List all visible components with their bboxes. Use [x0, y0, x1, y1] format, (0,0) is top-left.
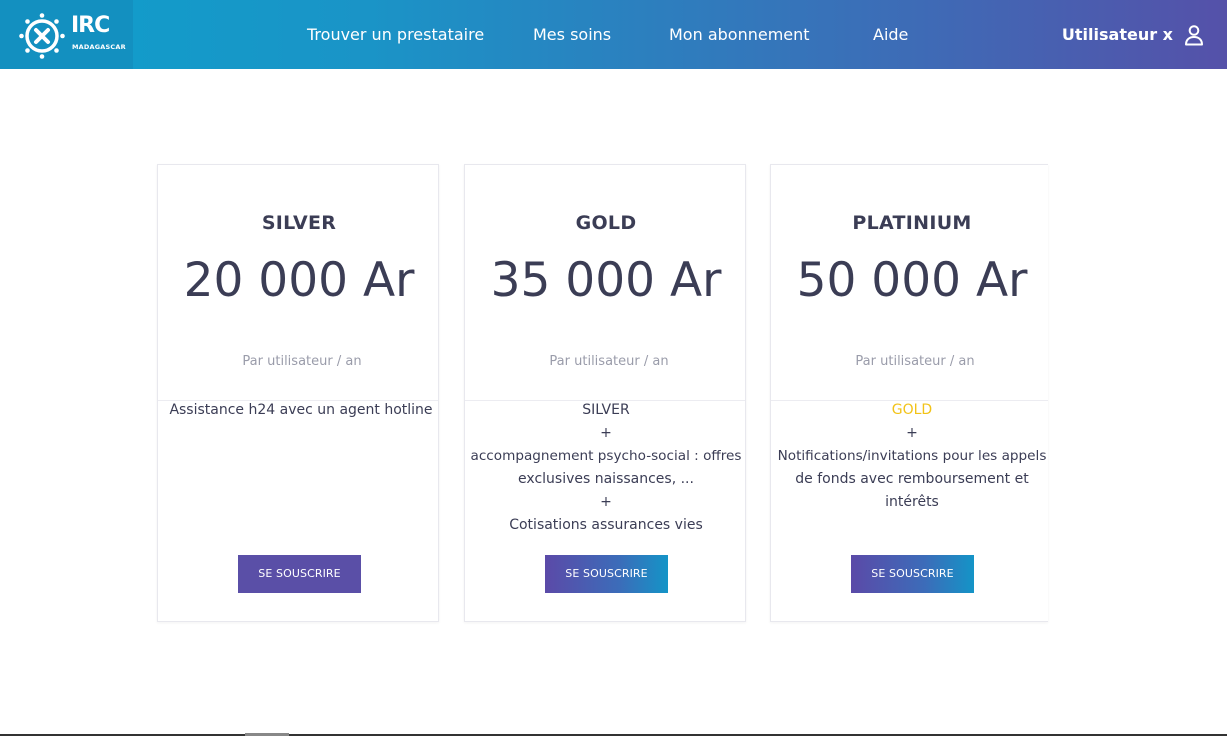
plan-features: GOLD + Notifications/invitations pour le…	[771, 399, 1048, 514]
plan-price: 35 000 Ar	[490, 253, 722, 308]
plan-price: 50 000 Ar	[796, 253, 1028, 308]
logo[interactable]: IRC MADAGASCAR	[0, 0, 133, 69]
subscribe-button-platinium[interactable]: SE SOUSCRIRE	[851, 555, 974, 593]
top-navbar: IRC MADAGASCAR Trouver un prestataire Me…	[0, 0, 1227, 69]
feature-line: exclusives naissances, ...	[518, 471, 694, 487]
plan-name: GOLD	[575, 212, 637, 234]
logo-emblem-icon	[19, 13, 65, 59]
plan-period: Par utilisateur / an	[855, 354, 975, 369]
feature-line: intérêts	[885, 494, 939, 510]
nav-mon-abonnement[interactable]: Mon abonnement	[669, 24, 810, 46]
subscribe-button-silver[interactable]: SE SOUSCRIRE	[238, 555, 361, 593]
logo-subtitle: MADAGASCAR	[72, 43, 126, 51]
plan-period: Par utilisateur / an	[242, 354, 362, 369]
plan-card-platinium: PLATINIUM 50 000 Ar Par utilisateur / an…	[770, 164, 1048, 622]
feature-line: GOLD	[891, 402, 933, 418]
feature-line: Notifications/invitations pour les appel…	[777, 448, 1047, 464]
feature-line: de fonds avec remboursement et	[795, 471, 1029, 487]
plan-name: PLATINIUM	[852, 212, 972, 234]
plan-card-gold: GOLD 35 000 Ar Par utilisateur / an SILV…	[464, 164, 746, 622]
plan-card-silver: SILVER 20 000 Ar Par utilisateur / an As…	[157, 164, 439, 622]
user-icon[interactable]	[1183, 24, 1205, 46]
plan-price: 20 000 Ar	[183, 253, 415, 308]
user-menu-name[interactable]: Utilisateur x	[1062, 24, 1173, 46]
logo-title: IRC	[71, 13, 110, 38]
plan-period: Par utilisateur / an	[549, 354, 669, 369]
subscribe-button-gold[interactable]: SE SOUSCRIRE	[545, 555, 668, 593]
nav-trouver-prestataire[interactable]: Trouver un prestataire	[307, 24, 484, 46]
nav-aide[interactable]: Aide	[873, 24, 908, 46]
feature-line: Cotisations assurances vies	[509, 517, 703, 533]
plan-features: Assistance h24 avec un agent hotline	[158, 399, 440, 422]
feature-line: +	[600, 494, 612, 510]
feature-line: +	[600, 425, 612, 441]
feature-line: +	[906, 425, 918, 441]
plan-features: SILVER + accompagnement psycho-social : …	[465, 399, 747, 537]
plan-name: SILVER	[261, 212, 337, 234]
feature-line: Assistance h24 avec un agent hotline	[169, 402, 433, 418]
nav-mes-soins[interactable]: Mes soins	[533, 24, 611, 46]
feature-line: SILVER	[582, 402, 630, 418]
feature-line: accompagnement psycho-social : offres	[470, 448, 742, 464]
